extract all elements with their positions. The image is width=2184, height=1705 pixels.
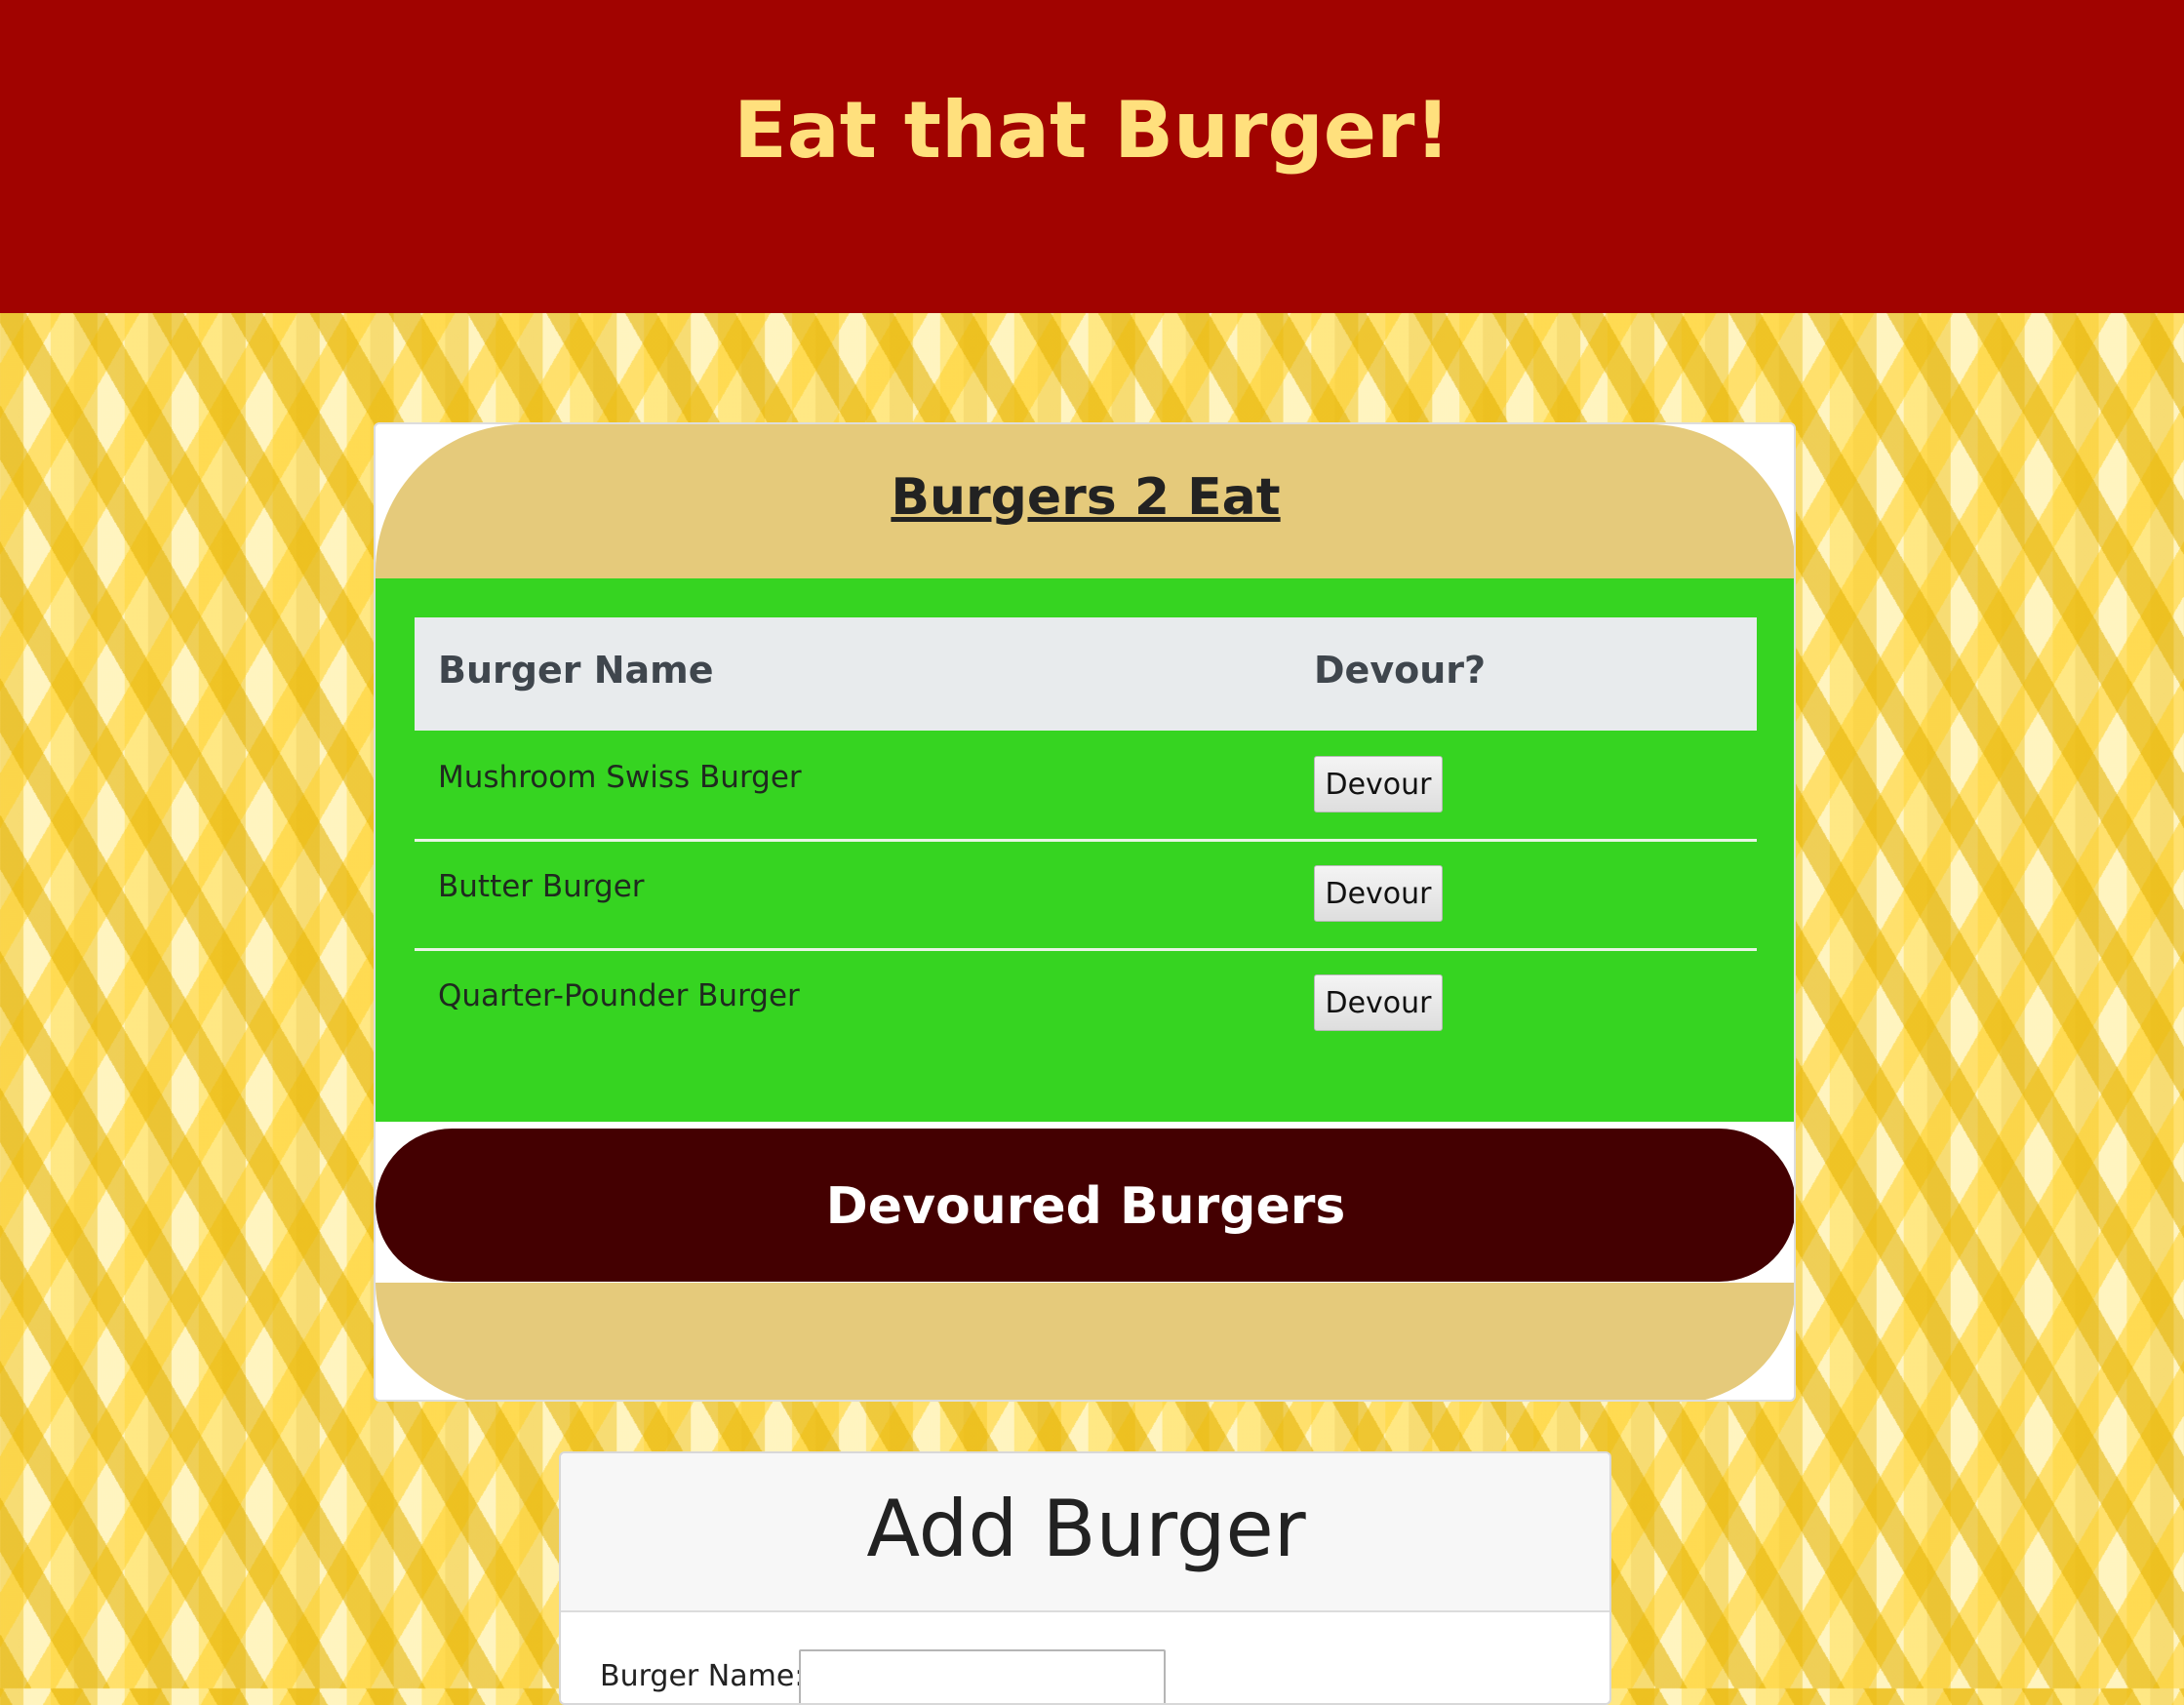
table-row: Quarter-Pounder Burger Devour bbox=[415, 949, 1757, 1058]
burger-name-input[interactable] bbox=[799, 1649, 1166, 1703]
add-burger-title: Add Burger bbox=[866, 1484, 1306, 1574]
add-burger-header: Add Burger bbox=[561, 1453, 1609, 1612]
add-burger-card: Add Burger Burger Name: bbox=[559, 1451, 1611, 1705]
column-header-burger-name: Burger Name bbox=[438, 649, 714, 692]
page-title: Eat that Burger! bbox=[734, 85, 1450, 176]
burgers-card: Burgers 2 Eat Burger Name Devour? Mushro… bbox=[374, 422, 1796, 1402]
devour-button[interactable]: Devour bbox=[1314, 756, 1443, 813]
burger-name: Mushroom Swiss Burger bbox=[438, 760, 802, 795]
table-row: Butter Burger Devour bbox=[415, 840, 1757, 951]
top-bun: Burgers 2 Eat bbox=[376, 424, 1794, 578]
devour-button[interactable]: Devour bbox=[1314, 974, 1443, 1031]
burger-list-panel: Burger Name Devour? Mushroom Swiss Burge… bbox=[376, 578, 1794, 1122]
burger-name: Butter Burger bbox=[438, 869, 645, 904]
table-row: Mushroom Swiss Burger Devour bbox=[415, 731, 1757, 842]
table-header: Burger Name Devour? bbox=[415, 617, 1757, 731]
burgers-to-eat-title: Burgers 2 Eat bbox=[891, 468, 1281, 527]
burger-name-label: Burger Name: bbox=[600, 1659, 805, 1693]
page-header: Eat that Burger! bbox=[0, 0, 2184, 313]
devoured-burgers-section: Devoured Burgers bbox=[376, 1129, 1794, 1282]
devour-button[interactable]: Devour bbox=[1314, 865, 1443, 922]
devoured-burgers-title: Devoured Burgers bbox=[825, 1177, 1346, 1236]
burger-name: Quarter-Pounder Burger bbox=[438, 978, 800, 1013]
column-header-devour: Devour? bbox=[1314, 649, 1487, 692]
bottom-bun bbox=[376, 1283, 1794, 1400]
